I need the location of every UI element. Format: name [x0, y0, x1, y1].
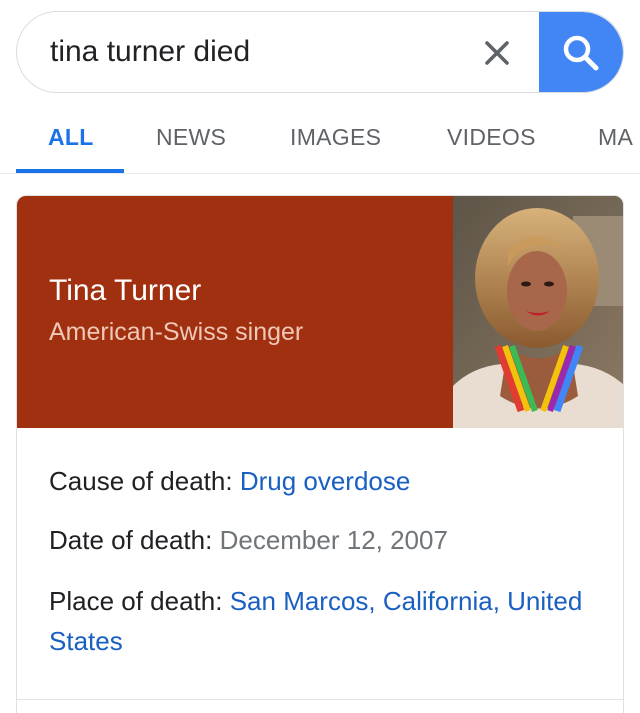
place-of-death-label: Place of death:	[49, 586, 223, 616]
knowledge-panel: Tina Turner American-Swiss singer Cause …	[16, 195, 624, 713]
date-of-death-label: Date of death:	[49, 525, 213, 555]
tab-news[interactable]: NEWS	[156, 100, 226, 173]
tab-all[interactable]: ALL	[48, 100, 94, 173]
entity-photo[interactable]	[453, 196, 623, 428]
tab-maps[interactable]: MA	[598, 100, 633, 173]
result-type-tabs: ALL NEWS IMAGES VIDEOS MA	[0, 100, 640, 174]
date-of-death-row: Date of death: December 12, 2007	[49, 520, 589, 560]
search-bar[interactable]: tina turner died	[16, 11, 624, 93]
cause-of-death-label: Cause of death:	[49, 466, 233, 496]
clear-search-button[interactable]	[473, 29, 521, 77]
active-tab-indicator	[16, 169, 124, 173]
cause-of-death-link[interactable]: Drug overdose	[240, 466, 411, 496]
search-results-page: tina turner died ALL NEWS IMAGES VIDEOS …	[0, 0, 640, 713]
search-input[interactable]: tina turner died	[50, 12, 250, 92]
search-icon	[563, 35, 599, 71]
place-of-death-row: Place of death: San Marcos, California, …	[49, 581, 589, 661]
entity-title: Tina Turner	[49, 274, 202, 307]
close-icon	[485, 41, 509, 65]
entity-subtitle: American-Swiss singer	[49, 318, 304, 346]
tab-images[interactable]: IMAGES	[290, 100, 381, 173]
tab-videos[interactable]: VIDEOS	[447, 100, 536, 173]
search-button[interactable]	[539, 12, 623, 92]
cause-of-death-row: Cause of death: Drug overdose	[49, 461, 589, 501]
card-divider	[17, 699, 623, 700]
knowledge-panel-header[interactable]: Tina Turner American-Swiss singer	[17, 196, 623, 428]
date-of-death-value: December 12, 2007	[219, 525, 448, 555]
